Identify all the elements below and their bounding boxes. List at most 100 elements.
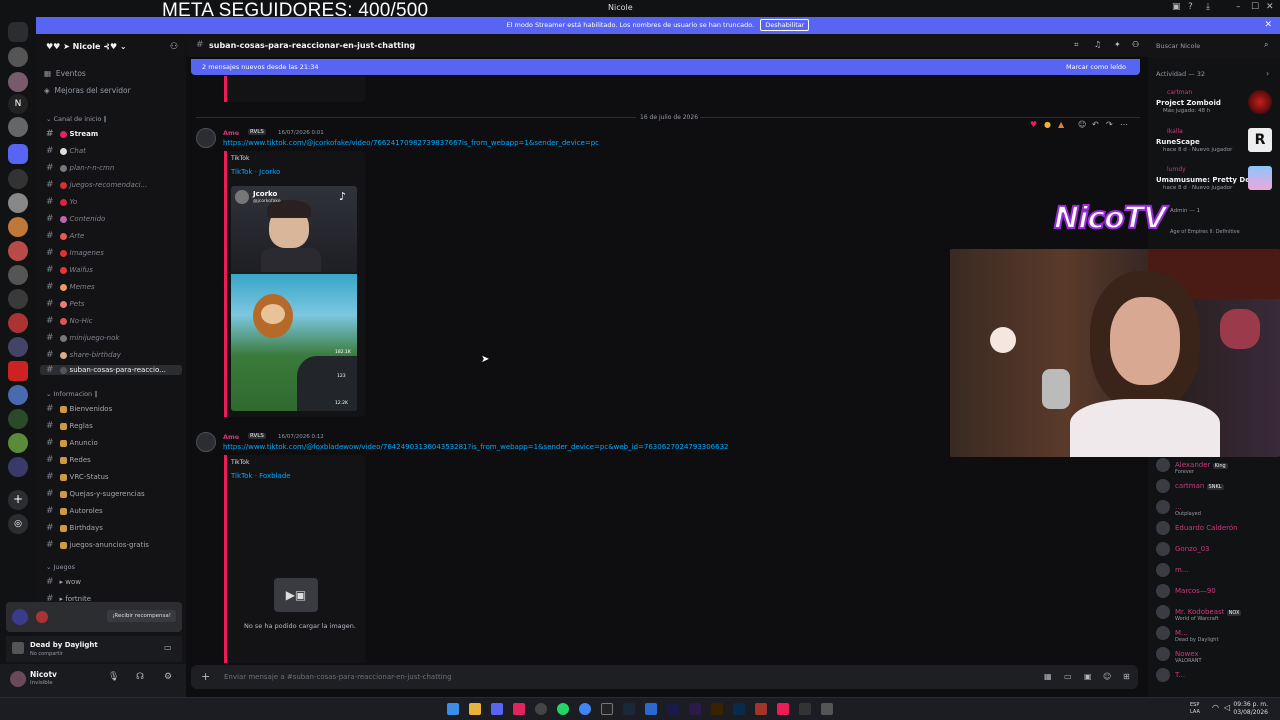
inbox-icon[interactable]: ▣ (1172, 2, 1181, 12)
server-icon[interactable] (8, 409, 28, 429)
category-juegos[interactable]: ⌄ Juegos (46, 563, 75, 571)
volume-icon[interactable]: ◁ (1224, 703, 1230, 712)
category-canal[interactable]: ⌄ Canal de inicio ‖ (46, 115, 107, 123)
chrome-icon[interactable] (579, 703, 591, 715)
server-icon[interactable] (8, 169, 28, 189)
add-server-icon[interactable]: + (8, 490, 28, 510)
embed-title[interactable]: TikTok · Foxblade (231, 472, 291, 480)
channel-item[interactable]: # Memes (46, 282, 95, 292)
discord-icon[interactable] (491, 703, 503, 715)
steam-icon[interactable] (623, 703, 635, 715)
message-author[interactable]: Ame (223, 433, 239, 441)
app-icon[interactable] (821, 703, 833, 715)
server-icon[interactable] (8, 265, 28, 285)
channel-item[interactable]: # plan-r-n-cmn (46, 163, 114, 173)
server-icon[interactable] (8, 47, 28, 67)
app-icon[interactable] (755, 703, 767, 715)
more-icon[interactable]: ⋯ (1120, 120, 1128, 129)
server-icon[interactable] (8, 289, 28, 309)
avatar[interactable] (196, 128, 216, 148)
app-icon[interactable] (535, 703, 547, 715)
message-input[interactable]: Enviar mensaje a #suban-cosas-para-reacc… (224, 673, 452, 681)
claim-reward-button[interactable]: ¡Recibir recompensa! (107, 610, 176, 622)
server-icon[interactable] (8, 313, 28, 333)
channel-item[interactable]: # share-birthday (46, 350, 121, 360)
message-composer[interactable]: + Enviar mensaje a #suban-cosas-para-rea… (191, 665, 1138, 689)
member-item[interactable]: T... (1156, 668, 1185, 682)
channel-wow[interactable]: # ▸ wow (46, 577, 81, 587)
channel-item[interactable]: # juegos-anuncios-gratis (46, 540, 149, 550)
invite-icon[interactable]: ⚇ (170, 42, 178, 52)
add-reaction-icon[interactable]: ☺ (1078, 120, 1086, 129)
message-author[interactable]: Ame (223, 129, 239, 137)
channel-item[interactable]: # Imagenes (46, 248, 104, 258)
member-item[interactable]: m... (1156, 563, 1189, 577)
server-icon[interactable] (8, 337, 28, 357)
channel-item[interactable]: # suban-cosas-para-reaccio... (40, 365, 182, 375)
member-item[interactable]: ... Outplayed (1156, 500, 1201, 517)
reply-icon[interactable]: ↶ (1092, 120, 1099, 129)
server-icon[interactable] (8, 385, 28, 405)
member-item[interactable]: Marcos—90 (1156, 584, 1216, 598)
app-icon[interactable] (513, 703, 525, 715)
threads-icon[interactable]: ⌗ (1074, 40, 1079, 50)
message-link[interactable]: https://www.tiktok.com/@jcorkofake/video… (223, 139, 599, 147)
boost-item[interactable]: ◈ Mejoras del servidor (44, 86, 131, 95)
gear-icon[interactable]: ⚙ (164, 672, 172, 682)
avatar[interactable] (196, 432, 216, 452)
server-icon[interactable]: N (8, 94, 28, 114)
channel-item[interactable]: # juegos-recomendaci... (46, 180, 147, 190)
emoji-icon[interactable]: ☺ (1103, 672, 1111, 681)
member-item[interactable]: Nowex VALORANT (1156, 647, 1202, 664)
attach-plus-icon[interactable]: + (201, 670, 210, 683)
gift-icon[interactable]: ▦ (1044, 672, 1052, 681)
discord-home-icon[interactable] (8, 22, 28, 42)
channel-item[interactable]: # Redes (46, 455, 91, 465)
channel-item[interactable]: # Contenido (46, 214, 105, 224)
heart-reaction-icon[interactable]: ♥ (1030, 120, 1037, 129)
search-input[interactable]: Buscar Nicole (1156, 42, 1200, 50)
channel-item[interactable]: # Chat (46, 146, 86, 156)
channel-item[interactable]: # Waifus (46, 265, 93, 275)
server-icon[interactable] (8, 193, 28, 213)
start-icon[interactable] (447, 703, 459, 715)
server-icon-active[interactable] (8, 144, 28, 164)
member-item[interactable]: Gonzo_03 (1156, 542, 1210, 556)
channel-item[interactable]: # Bienvenidos (46, 404, 112, 414)
language-indicator[interactable]: ESP LAA (1190, 702, 1200, 716)
server-icon[interactable] (8, 457, 28, 477)
events-item[interactable]: ▦ Eventos (44, 69, 86, 78)
channel-item[interactable]: # VRC-Status (46, 472, 109, 482)
new-messages-bar[interactable]: 2 mensajes nuevos desde las 21:34 Marcar… (191, 59, 1140, 75)
gif-icon[interactable]: ▭ (1064, 672, 1072, 681)
channel-item[interactable]: # Pets (46, 299, 84, 309)
channel-item[interactable]: # Quejas-y-sugerencias (46, 489, 145, 499)
channel-item[interactable]: # minijuego-nok (46, 333, 119, 343)
mark-as-read-button[interactable]: Marcar como leído (1066, 59, 1126, 75)
apps-icon[interactable]: ⊞ (1123, 672, 1130, 681)
category-info[interactable]: ⌄ Informacion ‖ (46, 390, 97, 398)
app-icon[interactable] (799, 703, 811, 715)
photoshop-icon[interactable] (733, 703, 745, 715)
member-item[interactable]: cartman SNKL (1156, 479, 1224, 493)
channel-item[interactable]: # Stream (46, 129, 98, 139)
embed-title[interactable]: TikTok · Jcorko (231, 168, 280, 176)
close-button[interactable]: ✕ (1266, 2, 1274, 12)
member-item[interactable]: M... Dead by Daylight (1156, 626, 1218, 643)
headphones-icon[interactable]: ☊ (136, 672, 144, 682)
server-icon[interactable] (8, 361, 28, 381)
channel-item[interactable]: # Anuncio (46, 438, 98, 448)
members-icon[interactable]: ⚇ (1132, 40, 1139, 49)
obs-icon[interactable] (601, 703, 613, 715)
channel-item[interactable]: # No-Hic (46, 316, 93, 326)
wifi-icon[interactable]: ◠ (1212, 703, 1219, 712)
member-item[interactable]: Eduardo Calderón (1156, 521, 1238, 535)
server-icon[interactable] (8, 241, 28, 261)
minimize-button[interactable]: – (1236, 2, 1241, 12)
after-effects-icon[interactable] (667, 703, 679, 715)
server-name[interactable]: ♥♥ ➤ Nicole ⊰♥ ⌄ (46, 42, 127, 51)
avatar[interactable] (10, 671, 26, 687)
sticker-icon[interactable]: ▣ (1084, 672, 1092, 681)
maximize-button[interactable]: ☐ (1251, 2, 1259, 12)
download-icon[interactable]: ⤓ (1206, 2, 1210, 12)
